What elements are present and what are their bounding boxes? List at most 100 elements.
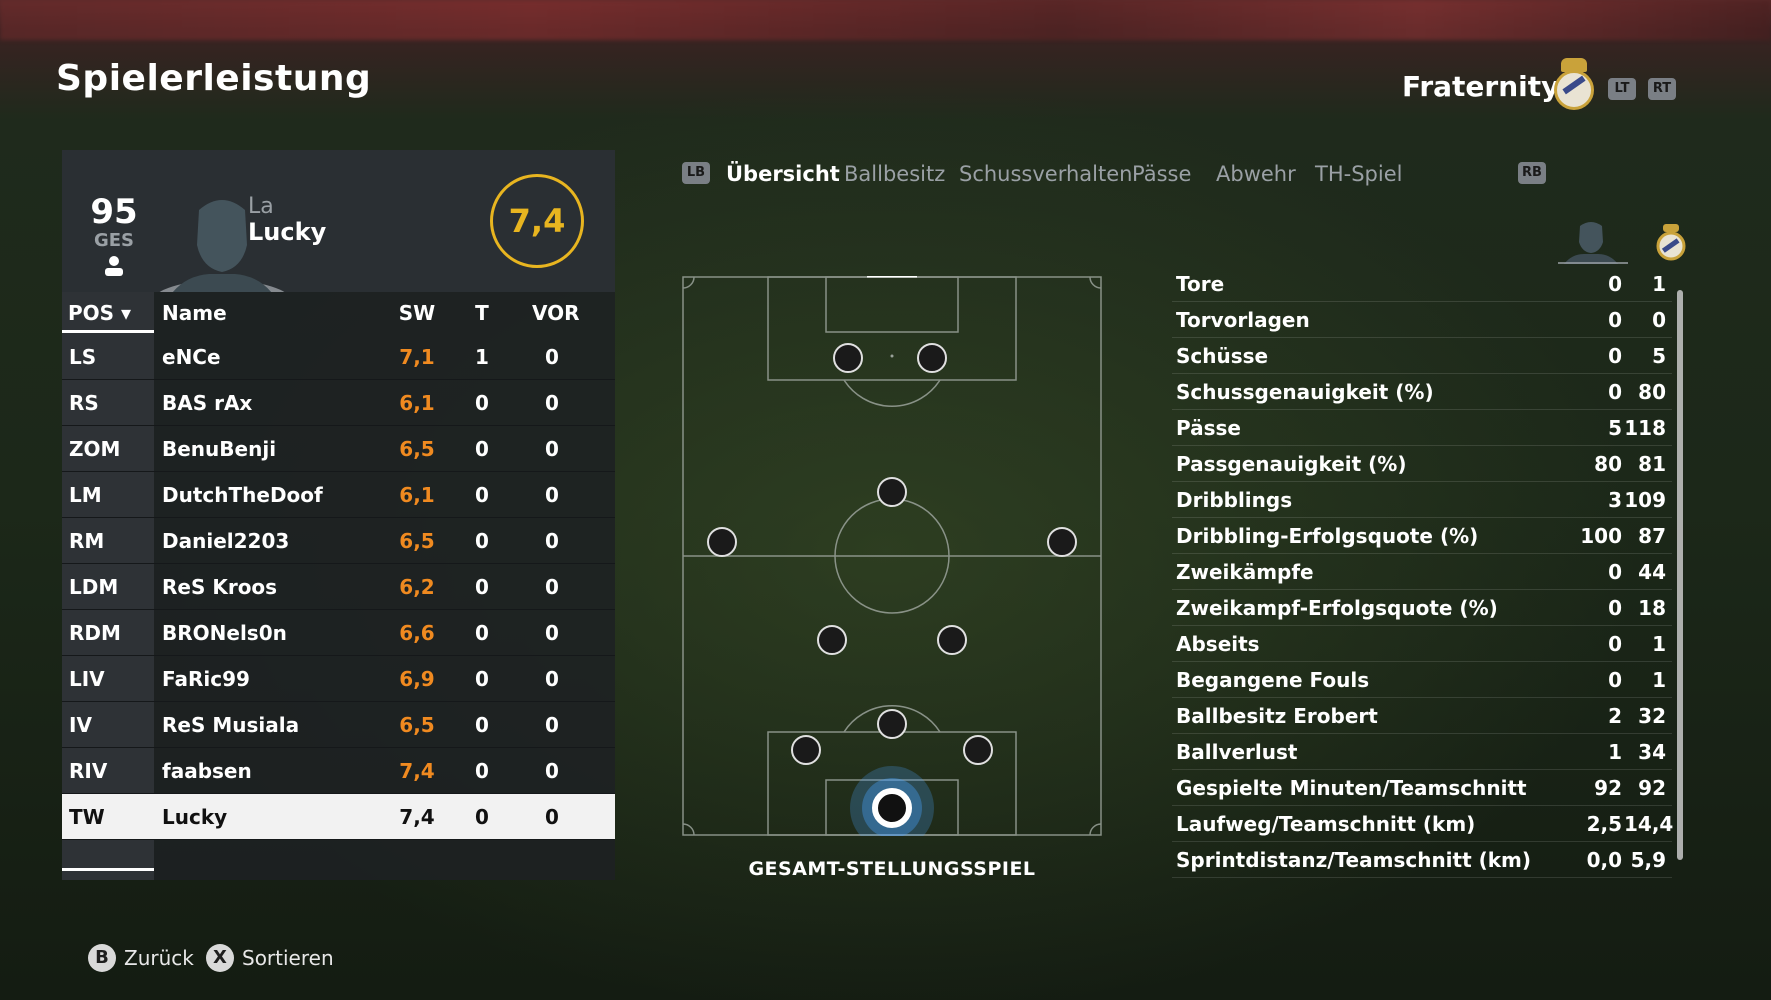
stat-row: Tore 0 1 xyxy=(1172,266,1672,302)
stat-team-value: 80 xyxy=(1638,380,1666,404)
rb-button[interactable]: RB xyxy=(1518,162,1546,184)
row-assists: 0 xyxy=(545,621,559,645)
stat-team-value: 18 xyxy=(1638,596,1666,620)
header-name[interactable]: Name xyxy=(162,301,227,325)
stat-player-value: 0 xyxy=(1608,272,1622,296)
stats-table: Tore 0 1 Torvorlagen 0 0 Schüsse 0 5 Schussgenaui… xyxy=(1172,266,1674,878)
table-row[interactable]: RS BAS rAx 6,1 0 0 xyxy=(62,380,615,426)
row-player-name: FaRic99 xyxy=(162,667,250,691)
tab-3[interactable]: Schussverhalten xyxy=(959,162,1132,186)
row-player-name: Lucky xyxy=(162,805,228,829)
stat-label: Zweikampf-Erfolgsquote (%) xyxy=(1176,596,1498,620)
row-goals: 0 xyxy=(475,667,489,691)
row-position: ZOM xyxy=(69,437,121,461)
stat-team-value: 14,4 xyxy=(1624,812,1674,836)
person-icon xyxy=(105,256,123,276)
table-row[interactable]: RIV faabsen 7,4 0 0 xyxy=(62,748,615,794)
stat-team-value: 81 xyxy=(1638,452,1666,476)
row-assists: 0 xyxy=(545,713,559,737)
stat-row: Schussgenauigkeit (%) 0 80 xyxy=(1172,374,1672,410)
stat-player-value: 0 xyxy=(1608,308,1622,332)
stat-player-value: 2,5 xyxy=(1586,812,1622,836)
row-assists: 0 xyxy=(545,483,559,507)
stat-player-value: 0 xyxy=(1608,596,1622,620)
table-row[interactable]: TW Lucky 7,4 0 0 xyxy=(62,794,615,840)
row-assists: 0 xyxy=(545,529,559,553)
row-goals: 0 xyxy=(475,713,489,737)
table-row[interactable]: LM DutchTheDoof 6,1 0 0 xyxy=(62,472,615,518)
teammate-marker xyxy=(937,625,967,655)
stat-label: Tore xyxy=(1176,272,1225,296)
stat-team-value: 34 xyxy=(1638,740,1666,764)
tab-4[interactable]: Pässe xyxy=(1132,162,1191,186)
stat-row: Ballverlust 1 34 xyxy=(1172,734,1672,770)
header-pos[interactable]: POS ▾ xyxy=(68,301,131,325)
table-row[interactable]: LDM ReS Kroos 6,2 0 0 xyxy=(62,564,615,610)
lb-button[interactable]: LB xyxy=(682,162,710,184)
lt-button[interactable]: LT xyxy=(1608,78,1636,100)
stat-row: Dribbling-Erfolgsquote (%) 100 87 xyxy=(1172,518,1672,554)
stat-player-value: 0,0 xyxy=(1586,848,1622,872)
header-t[interactable]: T xyxy=(462,301,502,325)
player-header: 95 GES La Lucky 7,4 xyxy=(62,150,615,292)
team-column-icon xyxy=(1656,224,1686,261)
teammate-marker xyxy=(791,735,821,765)
stat-team-value: 1 xyxy=(1652,272,1666,296)
stat-label: Ballverlust xyxy=(1176,740,1298,764)
teammate-marker xyxy=(817,625,847,655)
header-sw[interactable]: SW xyxy=(387,301,447,325)
table-row[interactable]: RDM BRONels0n 6,6 0 0 xyxy=(62,610,615,656)
stat-player-value: 92 xyxy=(1594,776,1622,800)
row-position: RIV xyxy=(69,759,108,783)
row-player-name: faabsen xyxy=(162,759,252,783)
row-rating: 7,1 xyxy=(399,345,435,369)
player-last-name: Lucky xyxy=(248,218,327,246)
header-vor[interactable]: VOR xyxy=(532,301,580,325)
row-goals: 0 xyxy=(475,391,489,415)
player-column-icon xyxy=(1558,222,1628,264)
teammate-marker xyxy=(833,343,863,373)
stat-label: Sprintdistanz/Teamschnitt (km) xyxy=(1176,848,1532,872)
background-banner xyxy=(0,0,1771,40)
stat-label: Begangene Fouls xyxy=(1176,668,1370,692)
row-player-name: BAS rAx xyxy=(162,391,253,415)
table-row[interactable]: LIV FaRic99 6,9 0 0 xyxy=(62,656,615,702)
stat-row: Torvorlagen 0 0 xyxy=(1172,302,1672,338)
stat-row: Zweikämpfe 0 44 xyxy=(1172,554,1672,590)
tab-5[interactable]: Abwehr xyxy=(1216,162,1296,186)
row-rating: 6,5 xyxy=(399,437,435,461)
row-player-name: ReS Kroos xyxy=(162,575,278,599)
teammate-marker xyxy=(877,477,907,507)
tab-6[interactable]: TH-Spiel xyxy=(1315,162,1402,186)
row-assists: 0 xyxy=(545,575,559,599)
overall-rating: 95 xyxy=(90,192,138,232)
table-row[interactable]: LS eNCe 7,1 1 0 xyxy=(62,334,615,380)
pitch-caption: GESAMT-STELLUNGSSPIEL xyxy=(748,858,1036,880)
stat-player-value: 2 xyxy=(1608,704,1622,728)
row-position: RDM xyxy=(69,621,121,645)
row-goals: 0 xyxy=(475,529,489,553)
stat-row: Begangene Fouls 0 1 xyxy=(1172,662,1672,698)
sort-indicator xyxy=(62,330,154,333)
stat-label: Schüsse xyxy=(1176,344,1269,368)
stat-player-value: 80 xyxy=(1594,452,1622,476)
team-name: Fraternity xyxy=(1402,70,1560,103)
tab-1[interactable]: Übersicht xyxy=(726,162,840,186)
stat-label: Gespielte Minuten/Teamschnitt xyxy=(1176,776,1527,800)
table-row[interactable]: ZOM BenuBenji 6,5 0 0 xyxy=(62,426,615,472)
tab-2[interactable]: Ballbesitz xyxy=(844,162,945,186)
stat-player-value: 0 xyxy=(1608,344,1622,368)
stat-player-value: 0 xyxy=(1608,380,1622,404)
row-assists: 0 xyxy=(545,759,559,783)
row-player-name: ReS Musiala xyxy=(162,713,300,737)
table-row[interactable]: RM Daniel2203 6,5 0 0 xyxy=(62,518,615,564)
stat-team-value: 5,9 xyxy=(1630,848,1666,872)
stat-label: Abseits xyxy=(1176,632,1260,656)
table-row[interactable]: IV ReS Musiala 6,5 0 0 xyxy=(62,702,615,748)
row-rating: 6,6 xyxy=(399,621,435,645)
teammate-marker xyxy=(917,343,947,373)
player-first-name: La xyxy=(248,194,274,219)
stats-scrollbar[interactable] xyxy=(1677,290,1683,860)
row-assists: 0 xyxy=(545,805,559,829)
rt-button[interactable]: RT xyxy=(1648,78,1676,100)
